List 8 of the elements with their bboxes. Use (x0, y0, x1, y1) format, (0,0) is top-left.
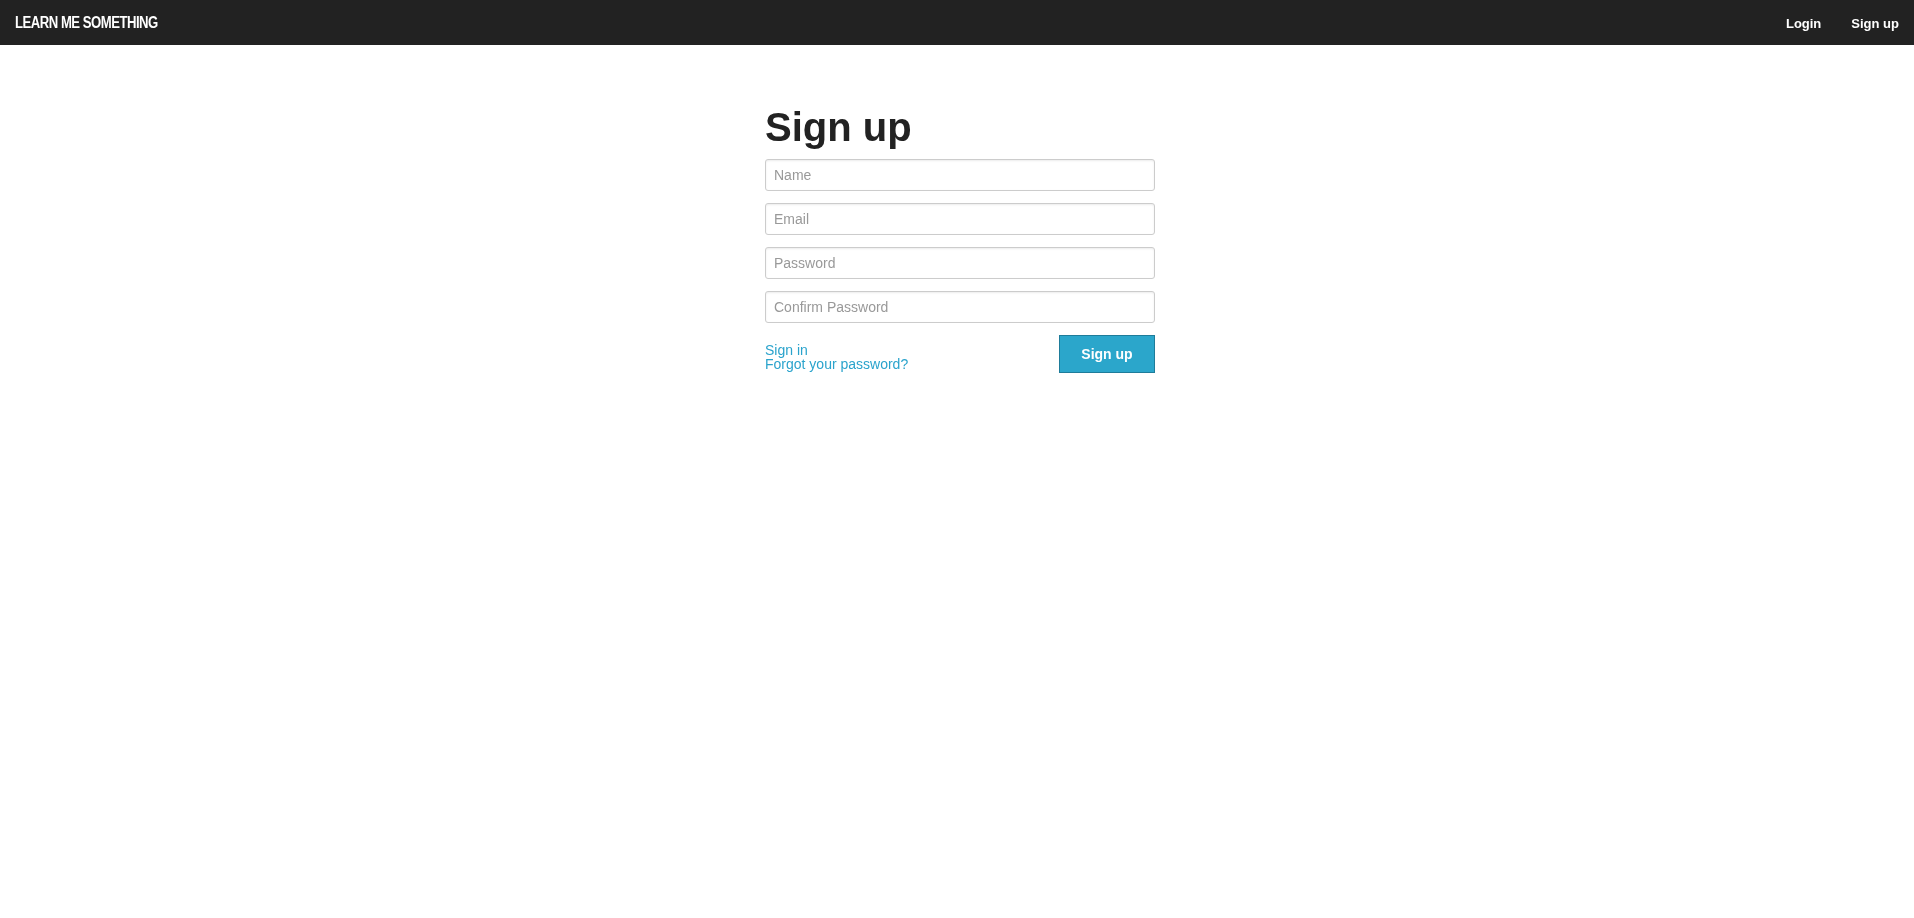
nav-link[interactable]: Login (1785, 14, 1822, 31)
site-logo[interactable]: LEARN ME SOMETHING (15, 13, 158, 32)
input-field[interactable]: Name (765, 159, 1155, 191)
nav-link[interactable]: Sign up (1851, 14, 1899, 31)
input-field[interactable]: Email (765, 203, 1155, 235)
input-field[interactable]: Confirm Password (765, 291, 1155, 323)
input-field[interactable]: Password (765, 247, 1155, 279)
page-title: Sign up (765, 105, 913, 149)
